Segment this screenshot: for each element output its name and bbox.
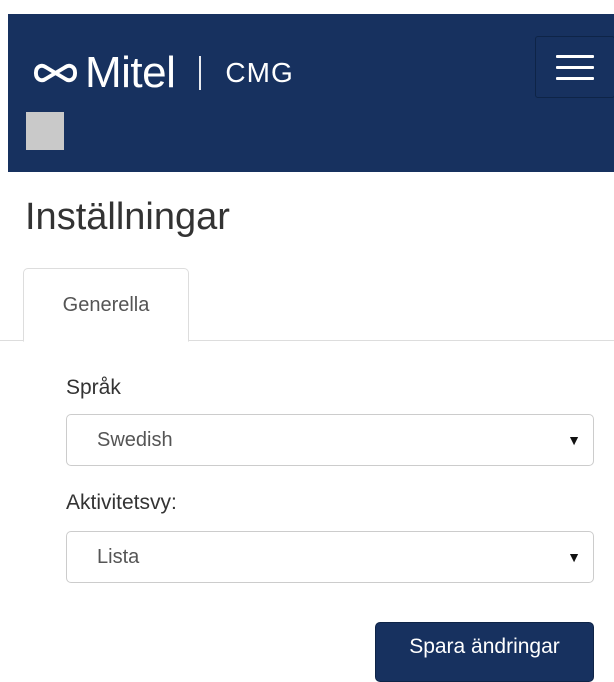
- language-select[interactable]: Swedish ▼: [66, 414, 594, 466]
- activity-view-select[interactable]: Lista ▼: [66, 531, 594, 583]
- tab-generella[interactable]: Generella: [23, 268, 189, 342]
- language-label: Språk: [66, 376, 121, 399]
- hamburger-menu-button[interactable]: [535, 36, 614, 98]
- page-title: Inställningar: [25, 196, 230, 238]
- activity-view-select-value: Lista: [97, 546, 140, 568]
- mitel-logo[interactable]: Mitel CMG: [32, 48, 294, 98]
- user-avatar-placeholder[interactable]: [26, 112, 64, 150]
- save-changes-button[interactable]: Spara ändringar: [375, 622, 594, 682]
- app-header: Mitel CMG: [8, 14, 614, 172]
- hamburger-icon-bar: [556, 65, 594, 69]
- hamburger-icon-bar: [556, 76, 594, 80]
- activity-view-label: Aktivitetsvy:: [66, 491, 177, 514]
- brand-name: Mitel: [85, 48, 176, 97]
- mitel-logo-icon: [33, 63, 78, 83]
- product-name: CMG: [225, 57, 294, 88]
- caret-down-icon: ▼: [567, 432, 581, 448]
- caret-down-icon: ▼: [567, 549, 581, 565]
- language-select-value: Swedish: [97, 429, 173, 451]
- logo-divider: [199, 56, 202, 90]
- hamburger-icon: [556, 54, 594, 58]
